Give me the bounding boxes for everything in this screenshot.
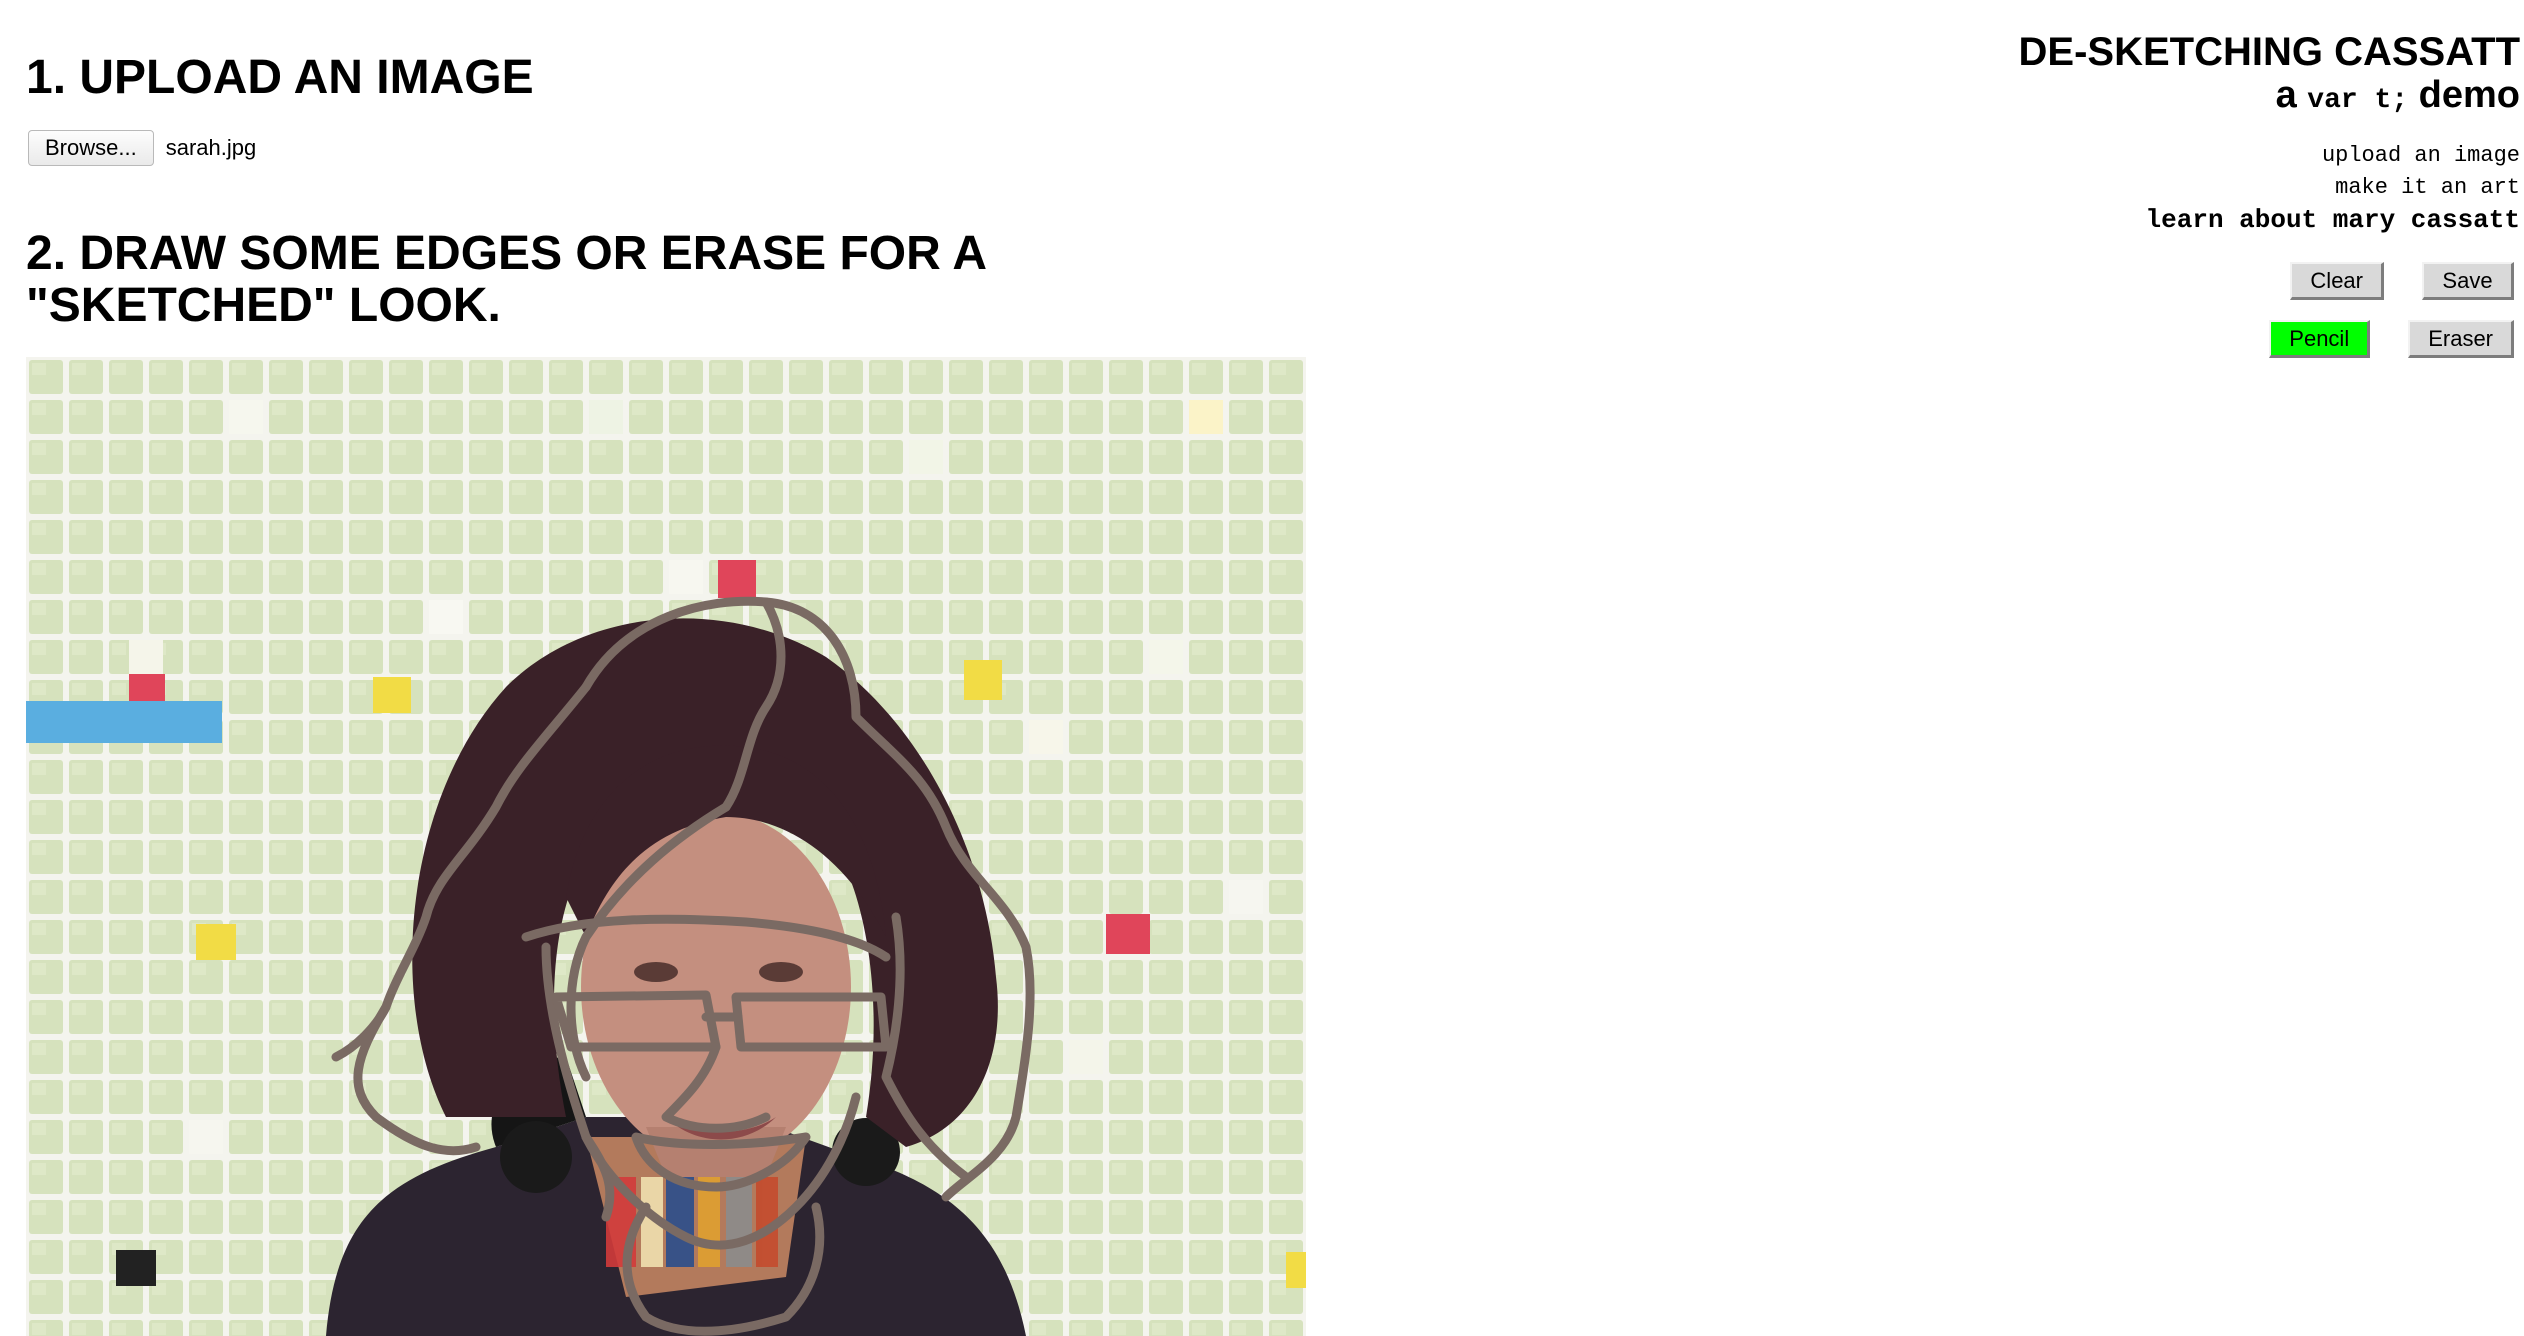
subtitle-code: var t;: [2307, 85, 2409, 116]
canvas-image: [26, 357, 1306, 1336]
right-panel: De-sketching Cassatt a var t; demo uploa…: [1820, 30, 2520, 358]
pencil-button[interactable]: Pencil: [2269, 320, 2371, 358]
clear-button[interactable]: Clear: [2290, 262, 2384, 300]
nav-link-make-art[interactable]: make it an art: [1820, 172, 2520, 204]
nav-link-learn-cassatt[interactable]: learn about mary cassatt: [1820, 204, 2520, 236]
page: 1. Upload an image Browse... sarah.jpg 2…: [0, 0, 2524, 1336]
selected-file-name: sarah.jpg: [165, 135, 257, 160]
eraser-button[interactable]: Eraser: [2408, 320, 2514, 358]
app-subtitle: a var t; demo: [1820, 74, 2520, 122]
save-button[interactable]: Save: [2422, 262, 2514, 300]
subtitle-prefix: a: [2275, 74, 2308, 116]
subtitle-suffix: demo: [2408, 74, 2520, 116]
browse-button[interactable]: Browse...: [28, 130, 154, 166]
step1-title: 1. Upload an image: [26, 51, 534, 104]
step2-title: 2. Draw some edges or erase for a "sketc…: [26, 227, 986, 332]
action-row: Clear Save: [1820, 262, 2520, 300]
drawing-canvas[interactable]: [26, 357, 1306, 1336]
tool-row: Pencil Eraser: [1820, 320, 2520, 358]
nav-links: upload an image make it an art learn abo…: [1820, 140, 2520, 236]
nav-link-upload[interactable]: upload an image: [1820, 140, 2520, 172]
file-upload-row: Browse... sarah.jpg: [28, 130, 256, 166]
app-title: De-sketching Cassatt: [2018, 30, 2520, 74]
